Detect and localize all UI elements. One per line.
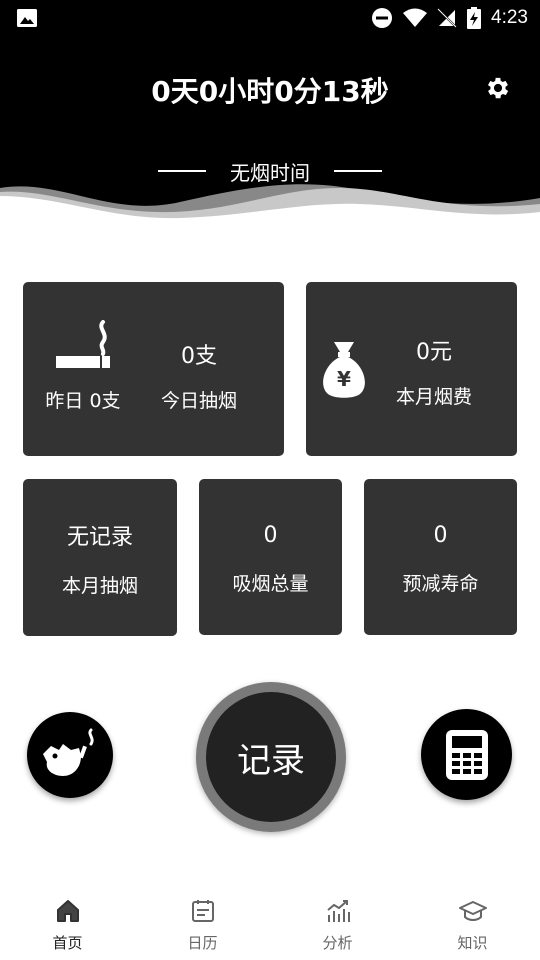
life-reduction-card[interactable]: 0 预减寿命 xyxy=(364,479,517,635)
life-reduction-value: 0 xyxy=(433,523,448,548)
record-button[interactable]: 记录 xyxy=(196,682,346,832)
smoke-free-timer: 0天0小时0分13秒 xyxy=(151,75,389,108)
nav-knowledge[interactable]: 知识 xyxy=(405,884,540,960)
chart-icon xyxy=(326,900,350,922)
calculator-icon xyxy=(446,730,488,780)
gear-icon[interactable] xyxy=(484,74,512,102)
nav-analysis-label: 分析 xyxy=(322,934,353,952)
today-count: 0支 xyxy=(181,344,217,369)
today-count-label: 今日抽烟 xyxy=(160,390,237,412)
header-wave xyxy=(0,184,540,228)
quit-smoking-hand-icon xyxy=(43,728,94,776)
money-card[interactable]: ¥ 0元 本月烟费 xyxy=(306,282,517,456)
nav-calendar[interactable]: 日历 xyxy=(135,884,270,960)
calendar-icon xyxy=(191,900,214,922)
record-button-face[interactable]: 记录 xyxy=(206,692,336,822)
money-bag-icon: ¥ xyxy=(323,342,365,398)
yesterday-count: 昨日 0支 xyxy=(45,390,121,412)
nav-calendar-label: 日历 xyxy=(187,934,218,952)
status-time: 4:23 xyxy=(491,7,528,28)
life-reduction-label: 预减寿命 xyxy=(402,573,479,595)
gallery-icon xyxy=(17,9,37,27)
month-smoking-label: 本月抽烟 xyxy=(61,575,138,597)
nav-home-label: 首页 xyxy=(52,934,83,952)
month-smoking-value: 无记录 xyxy=(66,525,133,550)
svg-text:¥: ¥ xyxy=(337,367,351,391)
do-not-disturb-icon xyxy=(372,8,393,28)
graduation-cap-icon xyxy=(458,901,487,921)
today-card[interactable]: 昨日 0支 0支 今日抽烟 xyxy=(23,282,284,456)
status-bar: 4:23 xyxy=(0,0,540,36)
month-smoking-card[interactable]: 无记录 本月抽烟 xyxy=(23,479,177,636)
record-label: 记录 xyxy=(237,740,305,781)
total-smoking-value: 0 xyxy=(263,523,278,548)
total-smoking-card[interactable]: 0 吸烟总量 xyxy=(199,479,342,635)
no-signal-icon xyxy=(437,8,457,28)
home-icon xyxy=(56,900,79,922)
calculator-button[interactable] xyxy=(421,709,512,800)
month-cost-label: 本月烟费 xyxy=(395,386,472,408)
bottom-nav: 首页 日历 分析 知识 xyxy=(0,884,540,960)
wifi-icon xyxy=(403,8,428,27)
nav-knowledge-label: 知识 xyxy=(457,934,488,952)
quit-smoking-button[interactable] xyxy=(27,712,113,798)
header: 0天0小时0分13秒 无烟时间 xyxy=(0,36,540,228)
total-smoking-label: 吸烟总量 xyxy=(232,573,309,595)
month-cost-value: 0元 xyxy=(416,340,452,365)
battery-charging-icon xyxy=(467,7,482,29)
nav-home[interactable]: 首页 xyxy=(0,884,135,960)
nav-analysis[interactable]: 分析 xyxy=(270,884,405,960)
cigarette-icon xyxy=(56,320,110,368)
